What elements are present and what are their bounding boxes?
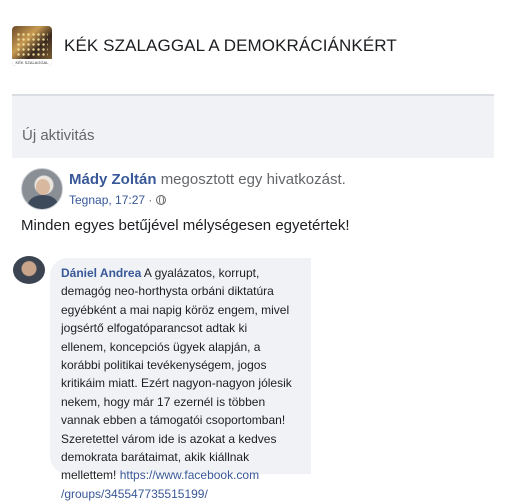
comment-link-continued[interactable]: /groups/345547735515199/ [61,487,208,501]
group-title[interactable]: KÉK SZALAGGAL A DEMOKRÁCIÁNKÉRT [64,36,397,56]
globe-icon [155,195,166,205]
comment-line: A gyalázatos, korrupt, [143,266,260,280]
avatar-caption-band: KÉK SZALAGGAL [12,59,52,66]
comment-line: demagóg neo-horthysta orbáni diktatúra [61,284,274,299]
group-header: KÉK SZALAGGAL KÉK SZALAGGAL A DEMOKRÁCIÁ… [0,0,521,80]
avatar-face [36,179,50,195]
comment-line: Szeretettel várom ide is azokat a kedves [61,431,277,446]
group-cover-avatar[interactable]: KÉK SZALAGGAL [12,26,52,66]
comment-line: mellettem! [61,468,117,483]
header-separator [0,80,521,96]
post-action-text: megosztott egy hivatkozást. [160,171,346,188]
activity-label: Új aktivitás [22,127,95,144]
comment-text: Dániel Andrea A gyalázatos, korrupt, dem… [61,264,323,503]
post-author-line: Mády Zoltán megosztott egy hivatkozást. [69,171,346,188]
comment-line: korábbi politikai tevékenységem, jogos [61,358,267,373]
comment-line: nekem, hogy már 17 ezernél is többen [61,394,266,409]
meta-separator: · [148,193,153,207]
post-timestamp[interactable]: Tegnap, 17:27 [69,193,145,207]
comment-line: jogsértő elfogatóparancsot adtak ki [61,321,248,336]
comment-link[interactable]: https://www.facebook.com [120,468,259,482]
comment-author-avatar[interactable] [13,256,45,284]
avatar-body [28,195,58,209]
crowd-image [16,32,48,56]
avatar-caption: KÉK SZALAGGAL [15,60,49,65]
comment-line: ellenem, koncepciós ügyek alapján, a [61,339,261,354]
post-card: Mády Zoltán megosztott egy hivatkozást. … [12,158,494,501]
post-meta: Tegnap, 17:27 · [69,193,166,207]
author-avatar[interactable] [21,168,63,210]
post-text: Minden egyes betűjével mélységesen egyet… [21,217,350,234]
comment-author-name[interactable]: Dániel Andrea [61,266,141,280]
comment-line: egyébként a mai napig köröz engem, mivel [61,302,290,317]
post-author-name[interactable]: Mády Zoltán [69,171,157,188]
comment-line: demokrata barátaimat, akik kiállnak [61,450,250,465]
comment-line: vannak ebben a támogatói csoportomban! [61,413,286,428]
activity-section: Új aktivitás [12,96,494,158]
comment-line: kritikáim miatt. Ezért nagyon-nagyon jól… [61,376,292,391]
comment-bubble: Dániel Andrea A gyalázatos, korrupt, dem… [50,258,311,501]
